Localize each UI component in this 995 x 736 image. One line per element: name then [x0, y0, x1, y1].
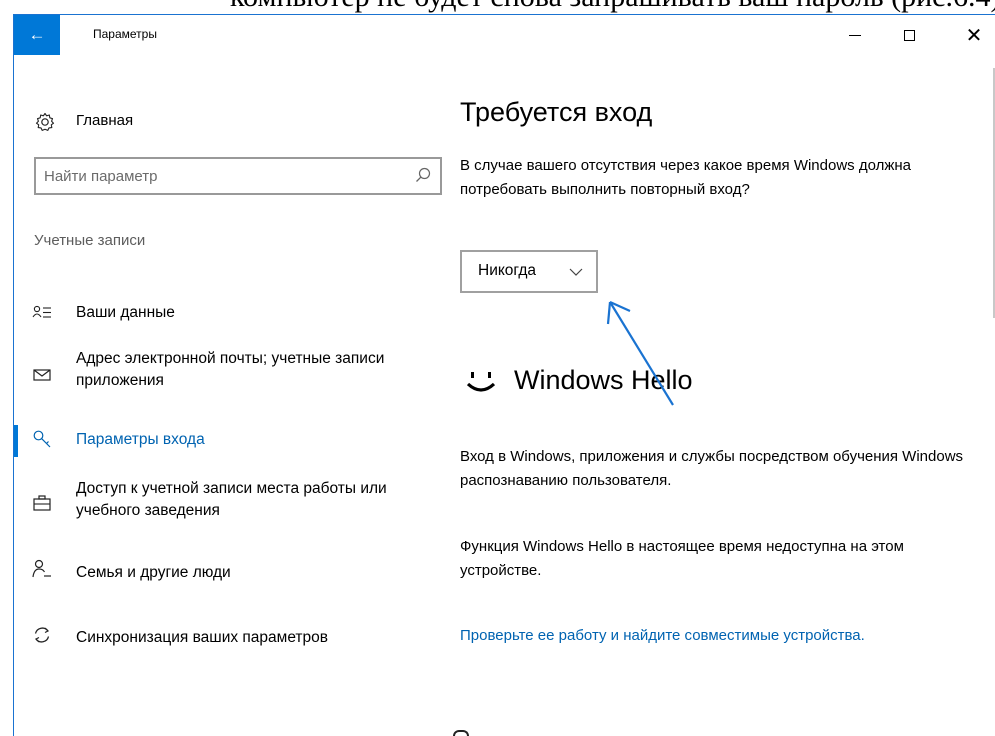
dropdown-value: Никогда: [478, 262, 537, 279]
sidebar-item-email[interactable]: Адрес электронной почты; учетные записи …: [14, 345, 454, 401]
home-label: Главная: [76, 112, 134, 129]
section-label: Учетные записи: [34, 232, 146, 249]
add-person-icon: [32, 559, 51, 578]
minimize-icon: [849, 34, 861, 36]
document-text: компьютер не будет снова запрашивать ваш…: [230, 0, 995, 14]
partial-icon: [453, 730, 469, 736]
check-devices-link[interactable]: Проверьте ее работу и найдите совместимы…: [460, 624, 980, 648]
sidebar-item-label: Адрес электронной почты; учетные записи …: [76, 350, 385, 389]
close-icon: ✕: [965, 24, 983, 47]
hello-description: Вход в Windows, приложения и службы поср…: [460, 448, 964, 489]
settings-window: ← Параметры ✕ Главная Учетные записи: [13, 14, 995, 736]
maximize-button[interactable]: [886, 15, 932, 55]
title-bar: ← Параметры ✕: [14, 15, 995, 55]
close-button[interactable]: ✕: [951, 15, 995, 55]
sidebar-item-your-info[interactable]: Ваши данные: [14, 297, 454, 329]
sidebar: Главная Учетные записи Ваши данные: [14, 55, 454, 736]
sign-in-question: В случае вашего отсутствия через какое в…: [460, 157, 912, 198]
back-button[interactable]: ←: [14, 15, 60, 55]
hello-unavailable-text: Функция Windows Hello в настоящее время …: [460, 538, 904, 579]
smile-icon: [466, 371, 496, 392]
windows-hello-title: Windows Hello: [514, 365, 693, 395]
windows-hello-header: Windows Hello: [460, 365, 693, 396]
sync-icon: [34, 627, 50, 643]
sidebar-item-label: Параметры входа: [76, 431, 205, 448]
briefcase-icon: [33, 495, 51, 511]
sidebar-item-label: Доступ к учетной записи места работы или…: [76, 480, 387, 519]
sidebar-item-family[interactable]: Семья и другие люди: [14, 557, 454, 589]
sidebar-item-label: Семья и другие люди: [76, 564, 231, 581]
minimize-button[interactable]: [832, 15, 878, 55]
key-icon: [33, 430, 51, 448]
sidebar-item-sync[interactable]: Синхронизация ваших параметров: [14, 623, 454, 655]
require-sign-in-dropdown[interactable]: Никогда: [460, 250, 598, 293]
window-title: Параметры: [93, 27, 157, 41]
chevron-down-icon: [569, 268, 583, 276]
search-icon[interactable]: [414, 166, 432, 184]
search-input[interactable]: [36, 159, 406, 193]
maximize-icon: [903, 29, 915, 41]
sidebar-item-label: Ваши данные: [76, 304, 175, 321]
sidebar-item-label: Синхронизация ваших параметров: [76, 629, 329, 646]
sidebar-item-sign-in-options[interactable]: Параметры входа: [14, 425, 454, 457]
gear-icon: [35, 112, 55, 131]
main-content: Требуется вход В случае вашего отсутстви…: [460, 55, 995, 736]
page-title: Требуется вход: [460, 97, 653, 127]
person-card-icon: [32, 305, 51, 318]
home-nav-item[interactable]: Главная: [34, 111, 133, 133]
mail-icon: [33, 369, 51, 381]
document-text-strip: компьютер не будет снова запрашивать ваш…: [0, 0, 995, 14]
search-box[interactable]: [34, 157, 442, 195]
back-arrow-icon: ←: [28, 25, 46, 44]
sidebar-item-work-access[interactable]: Доступ к учетной записи места работы или…: [14, 475, 454, 531]
